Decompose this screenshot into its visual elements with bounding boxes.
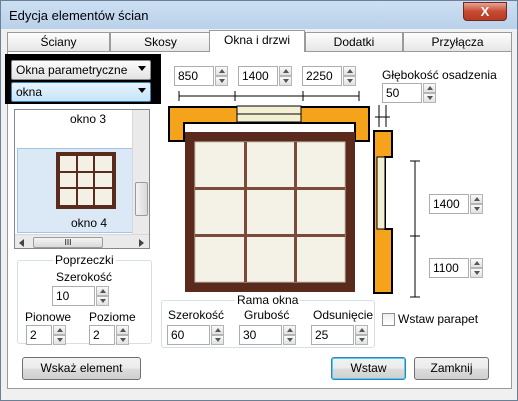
close-window-button[interactable]: X — [463, 2, 507, 21]
horizontal-count-input[interactable]: 2 — [89, 325, 115, 345]
dim-right-spinner[interactable] — [343, 66, 356, 86]
tab-walls[interactable]: Ściany — [7, 32, 110, 51]
frame-thickness-label: Grubość — [244, 308, 290, 322]
tab-windows-doors[interactable]: Okna i drzwi — [209, 30, 305, 52]
horizontal-count-spinner[interactable] — [116, 325, 129, 345]
scrollbar-thumb[interactable]: III — [33, 237, 103, 248]
list-item-selected[interactable]: okno 4 — [17, 148, 134, 233]
vertical-count-spinner[interactable] — [53, 325, 66, 345]
tab-extras[interactable]: Dodatki — [305, 32, 403, 51]
vertical-count-input[interactable]: 2 — [26, 325, 52, 345]
window-preview — [168, 91, 390, 292]
scrollbar-thumb[interactable] — [135, 182, 148, 216]
horizontal-scrollbar[interactable]: III — [15, 234, 149, 248]
type-combo-value: Okna parametryczne — [16, 63, 128, 77]
category-combo[interactable]: okna — [11, 82, 151, 102]
category-combo-value: okna — [16, 85, 43, 99]
frame-offset-label: Odsunięcie — [313, 308, 374, 322]
dialog-window: Edycja elementów ścian X Ściany Skosy Ok… — [0, 0, 518, 401]
right-upper-dim-input[interactable]: 1400 — [429, 194, 469, 214]
right-lower-dim-input[interactable]: 1100 — [429, 258, 469, 278]
right-upper-dim-spinner[interactable] — [470, 194, 483, 214]
type-combo[interactable]: Okna parametryczne — [11, 60, 151, 80]
right-lower-dim-spinner[interactable] — [470, 258, 483, 278]
frame-thickness-input[interactable]: 30 — [239, 325, 282, 345]
dim-left-input[interactable]: 850 — [174, 66, 214, 86]
window-title: Edycja elementów ścian — [9, 8, 149, 23]
title-bar: Edycja elementów ścian X — [1, 1, 517, 29]
crossbar-width-label: Szerokość — [56, 270, 113, 284]
frame-legend: Rama okna — [235, 293, 301, 307]
frame-width-label: Szerokość — [168, 308, 225, 322]
dim-right-input[interactable]: 2250 — [302, 66, 342, 86]
sill-checkbox[interactable] — [382, 313, 395, 326]
tab-slopes[interactable]: Skosy — [110, 32, 211, 51]
crossbars-legend: Poprzeczki — [53, 253, 116, 267]
sill-label: Wstaw parapet — [398, 312, 479, 326]
window-list[interactable]: okno 3 okno 4 III — [14, 109, 150, 249]
frame-thickness-spinner[interactable] — [283, 325, 296, 345]
vertical-label: Pionowe — [25, 310, 72, 324]
frame-offset-spinner[interactable] — [355, 325, 368, 345]
list-item-label: okno 3 — [70, 112, 107, 126]
chevron-down-icon — [138, 88, 146, 93]
scroll-left-icon[interactable] — [19, 239, 24, 247]
scroll-right-icon[interactable] — [139, 239, 144, 247]
show-element-button[interactable]: Wskaż element — [22, 357, 141, 380]
frame-width-spinner[interactable] — [211, 325, 224, 345]
frame-width-input[interactable]: 60 — [167, 325, 210, 345]
crossbar-width-spinner[interactable] — [96, 286, 109, 306]
close-button[interactable]: Zamknij — [414, 357, 489, 380]
depth-label: Głębokość osadzenia — [382, 68, 497, 82]
vertical-scrollbar[interactable] — [132, 110, 149, 234]
window-thumbnail — [56, 152, 116, 209]
dim-left-spinner[interactable] — [215, 66, 228, 86]
chevron-down-icon — [138, 66, 146, 71]
depth-spinner[interactable] — [423, 83, 436, 103]
list-item-label: okno 4 — [71, 216, 108, 230]
horizontal-label: Poziome — [89, 310, 136, 324]
dim-middle-input[interactable]: 1400 — [238, 66, 278, 86]
crossbar-width-input[interactable]: 10 — [52, 286, 95, 306]
insert-button[interactable]: Wstaw — [331, 357, 406, 380]
frame-offset-input[interactable]: 25 — [311, 325, 354, 345]
dim-middle-spinner[interactable] — [279, 66, 292, 86]
tab-connections[interactable]: Przyłącza — [403, 32, 512, 51]
